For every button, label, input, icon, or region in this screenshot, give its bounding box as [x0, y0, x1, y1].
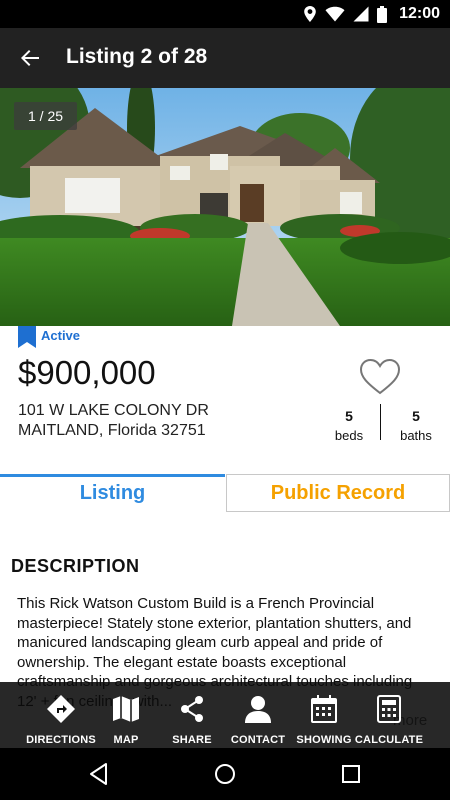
calculate-label: CALCULATE — [354, 734, 424, 746]
directions-icon — [47, 695, 75, 723]
detail-tabs: Listing Public Record — [0, 474, 450, 512]
arrow-back-icon — [21, 50, 39, 66]
nav-recents-icon[interactable] — [338, 761, 364, 787]
showing-button[interactable]: SHOWING — [296, 682, 352, 748]
location-icon — [304, 6, 316, 22]
listing-info: Active $900,000 101 W LAKE COLONY DR MAI… — [0, 326, 450, 474]
baths-stat: 5 baths — [376, 408, 450, 443]
nav-home-icon[interactable] — [212, 761, 238, 787]
calculator-icon — [377, 695, 401, 723]
listing-address: 101 W LAKE COLONY DR MAITLAND, Florida 3… — [18, 401, 209, 441]
photo-counter: 1 / 25 — [14, 102, 78, 130]
contact-button[interactable]: CONTACT — [230, 682, 286, 748]
calendar-icon — [311, 695, 337, 723]
contact-icon — [245, 696, 271, 723]
signal-icon — [353, 6, 369, 22]
app-bar: Listing 2 of 28 — [0, 28, 450, 88]
wifi-icon — [325, 6, 345, 22]
tab-listing[interactable]: Listing — [0, 474, 225, 510]
contact-label: CONTACT — [230, 734, 286, 746]
baths-value: 5 — [412, 408, 420, 424]
directions-label: DIRECTIONS — [26, 734, 96, 746]
calculate-button[interactable]: CALCULATE — [354, 682, 424, 748]
clock: 12:00 — [399, 5, 440, 22]
listing-status: Active — [41, 328, 81, 343]
description-heading: DESCRIPTION — [11, 556, 140, 576]
tab-public-record[interactable]: Public Record — [226, 474, 450, 512]
system-nav-bar — [0, 748, 450, 800]
share-label: SHARE — [172, 734, 212, 746]
share-icon — [181, 696, 203, 722]
baths-label: baths — [400, 428, 432, 443]
directions-button[interactable]: DIRECTIONS — [24, 682, 98, 748]
address-line-1: 101 W LAKE COLONY DR — [18, 402, 209, 419]
share-button[interactable]: SHARE — [170, 682, 214, 748]
listing-photo[interactable]: 1 / 25 — [0, 88, 450, 326]
action-bar: DIRECTIONS MAP SHARE CONTACT SHOWING CAL… — [0, 682, 450, 748]
map-label: MAP — [113, 734, 139, 746]
bookmark-icon — [18, 326, 36, 348]
page-title: Listing 2 of 28 — [66, 45, 208, 68]
status-bar: 12:00 — [0, 0, 450, 28]
map-button[interactable]: MAP — [104, 682, 148, 748]
favorite-heart-icon[interactable] — [359, 358, 401, 396]
listing-price: $900,000 — [18, 354, 156, 391]
nav-back-icon[interactable] — [86, 761, 112, 787]
address-line-2: MAITLAND, Florida 32751 — [18, 422, 206, 439]
showing-label: SHOWING — [296, 734, 352, 746]
map-icon — [113, 696, 139, 722]
battery-icon — [377, 5, 388, 23]
back-button[interactable] — [14, 42, 46, 74]
